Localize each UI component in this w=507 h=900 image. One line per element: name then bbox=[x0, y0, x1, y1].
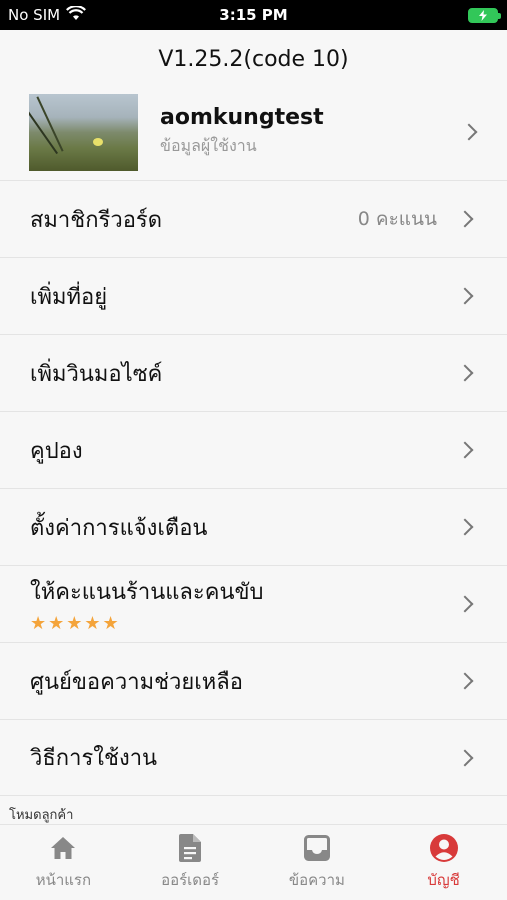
menu-item-label: วิธีการใช้งาน bbox=[30, 746, 158, 771]
chevron-right-icon bbox=[456, 518, 474, 536]
menu-item-coupon[interactable]: คูปอง bbox=[0, 411, 507, 488]
chevron-right-icon bbox=[456, 441, 474, 459]
battery-charging-icon bbox=[468, 7, 501, 23]
chevron-right-icon bbox=[460, 123, 478, 141]
menu-item-label: เพิ่มที่อยู่ bbox=[30, 284, 108, 310]
chevron-right-icon bbox=[456, 749, 474, 766]
inbox-icon bbox=[303, 834, 330, 862]
chevron-right-icon bbox=[456, 210, 474, 228]
status-left: No SIM bbox=[8, 4, 87, 25]
chevron-right-icon bbox=[456, 595, 474, 613]
mode-label: โหมดลูกค้า bbox=[9, 808, 74, 823]
chevron-right-icon bbox=[456, 672, 474, 690]
profile-name: aomkungtest bbox=[160, 105, 324, 130]
reward-points: 0 คะแนน bbox=[357, 208, 437, 230]
avatar-flower bbox=[93, 137, 103, 146]
app-version: V1.25.2(code 10) bbox=[158, 47, 349, 72]
profile-text: aomkungtest ข้อมูลผู้ใช้งาน bbox=[160, 105, 463, 159]
menu-item-label: คูปอง bbox=[30, 438, 83, 464]
wifi-icon bbox=[66, 4, 87, 25]
document-icon bbox=[179, 833, 202, 862]
menu-item-label: ให้คะแนนร้านและคนขับ bbox=[30, 580, 264, 605]
account-menu: สมาชิกรีวอร์ด 0 คะแนน เพิ่มที่อยู่ เพิ่ม… bbox=[0, 180, 507, 796]
avatar bbox=[29, 93, 138, 171]
menu-item-label: ศูนย์ขอความช่วยเหลือ bbox=[30, 669, 243, 695]
menu-item-notifications[interactable]: ตั้งค่าการแจ้งเตือน bbox=[0, 488, 507, 565]
menu-item-add-bike[interactable]: เพิ่มวินมอไซค์ bbox=[0, 334, 507, 411]
menu-item-label: สมาชิกรีวอร์ด bbox=[30, 207, 163, 233]
menu-item-label: ตั้งค่าการแจ้งเตือน bbox=[30, 515, 208, 541]
tab-label: หน้าแรก bbox=[35, 870, 92, 889]
status-bar: No SIM 3:15 PM bbox=[0, 0, 507, 30]
menu-item-help[interactable]: ศูนย์ขอความช่วยเหลือ bbox=[0, 642, 507, 719]
chevron-right-icon bbox=[456, 364, 474, 382]
tab-label: บัญชี bbox=[427, 870, 460, 889]
menu-item-how-to[interactable]: วิธีการใช้งาน bbox=[0, 719, 507, 796]
chevron-right-icon bbox=[456, 287, 474, 305]
bottom-tab-bar: หน้าแรก ออร์เดอร์ ข้อความ บัญชี bbox=[0, 824, 507, 900]
menu-item-member-reward[interactable]: สมาชิกรีวอร์ด 0 คะแนน bbox=[0, 180, 507, 257]
tab-messages[interactable]: ข้อความ bbox=[254, 825, 381, 900]
star-rating: ★★★★★ bbox=[30, 613, 121, 634]
menu-item-rate[interactable]: ให้คะแนนร้านและคนขับ ★★★★★ bbox=[0, 565, 507, 642]
tab-home[interactable]: หน้าแรก bbox=[0, 825, 127, 900]
menu-item-add-address[interactable]: เพิ่มที่อยู่ bbox=[0, 257, 507, 334]
tab-label: ออร์เดอร์ bbox=[161, 870, 220, 889]
menu-item-label: เพิ่มวินมอไซค์ bbox=[30, 361, 163, 387]
rate-content: ให้คะแนนร้านและคนขับ ★★★★★ bbox=[30, 574, 459, 634]
tab-label: ข้อความ bbox=[288, 870, 345, 889]
profile-subtitle: ข้อมูลผู้ใช้งาน bbox=[160, 136, 257, 155]
tab-account[interactable]: บัญชี bbox=[380, 825, 507, 900]
account-icon bbox=[429, 833, 458, 862]
tab-orders[interactable]: ออร์เดอร์ bbox=[127, 825, 254, 900]
home-icon bbox=[50, 834, 76, 862]
profile-row[interactable]: aomkungtest ข้อมูลผู้ใช้งาน bbox=[0, 84, 507, 180]
carrier-label: No SIM bbox=[8, 6, 61, 24]
